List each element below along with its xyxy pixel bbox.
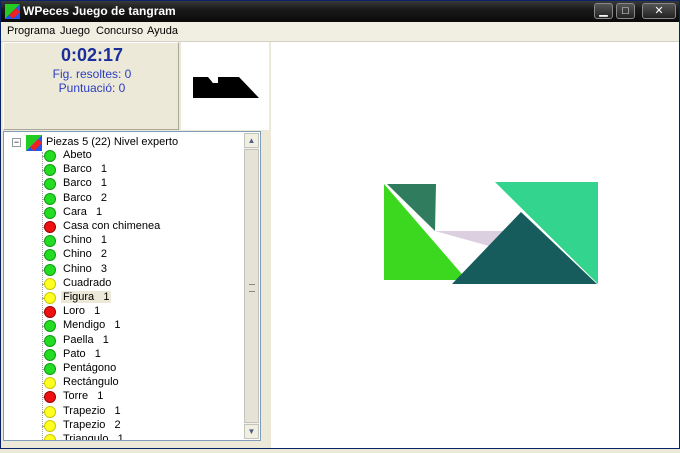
status-dot-icon: [44, 363, 56, 375]
close-icon: ✕: [654, 5, 664, 17]
collapse-icon[interactable]: −: [12, 138, 21, 147]
arrow-down-icon: ▼: [247, 427, 256, 436]
status-dot-icon: [44, 348, 56, 361]
status-dot-icon: [44, 235, 56, 248]
menu-ayuda[interactable]: Ayuda: [147, 25, 178, 37]
game-board[interactable]: [271, 42, 679, 448]
title-bar[interactable]: WPeces Juego de tangram ▁ □ ✕: [1, 1, 679, 22]
scroll-down-button[interactable]: ▼: [244, 424, 259, 439]
tree-item-label: Trapezio 1: [63, 404, 121, 417]
tree-item-label: Abeto: [63, 149, 92, 161]
status-dot-icon: [44, 263, 56, 276]
tree-item-label: Paella 1: [63, 333, 109, 346]
status-dot-icon: [44, 434, 56, 440]
scroll-thumb[interactable]: [244, 149, 259, 423]
status-dot-icon: [44, 164, 56, 177]
menu-juego[interactable]: Juego: [60, 25, 90, 37]
tree-item-label: Pato 1: [63, 347, 101, 360]
tree-item-label: Rectángulo: [63, 376, 119, 389]
status-dot-icon: [44, 306, 56, 319]
app-icon: [5, 4, 20, 19]
tree-item-label: Mendigo 1: [63, 319, 121, 332]
tree-connector: [42, 440, 48, 441]
status-dot-icon: [44, 292, 56, 304]
status-dot-icon: [44, 391, 56, 404]
menu-bar: Programa Juego Concurso Ayuda: [1, 22, 679, 42]
tree-item-label: Chino 1: [63, 234, 108, 247]
minimize-button[interactable]: ▁: [594, 3, 613, 19]
status-dot-icon: [44, 150, 56, 162]
tangram-icon: [26, 135, 42, 151]
tree-item-label: Figura 1: [61, 291, 112, 303]
tree-scrollbar[interactable]: ▲ ▼: [244, 133, 259, 439]
status-dot-icon: [44, 377, 56, 390]
figure-preview: [181, 42, 269, 130]
tree-item-label: Pentágono: [63, 362, 117, 374]
menu-programa[interactable]: Programa: [7, 25, 55, 37]
tree-item-label: Torre 1: [63, 390, 104, 403]
tree-item-label: Trapezio 2: [63, 418, 121, 431]
tree-item-label: Chino 3: [63, 262, 108, 275]
grip-icon: [249, 284, 255, 292]
tree-item-label: Barco 1: [63, 177, 108, 190]
score: Puntuació: 0: [58, 81, 126, 95]
arrow-up-icon: ▲: [247, 136, 256, 145]
figure-silhouette: [193, 77, 259, 98]
tree-item-label: Chino 2: [63, 248, 108, 261]
maximize-icon: □: [622, 5, 629, 17]
tree-item-label: Casa con chimenea: [63, 220, 161, 232]
info-panel: 0:02:17 Fig. resoltes: 0 Puntuació: 0: [3, 42, 179, 130]
menu-concurso[interactable]: Concurso: [96, 25, 143, 37]
figure-tree[interactable]: − Piezas 5 (22) Nivel experto Abeto Barco…: [3, 131, 261, 441]
close-button[interactable]: ✕: [642, 3, 676, 19]
tree-item-label: Triangulo 1: [63, 433, 124, 441]
tree-item-label: Cara 1: [63, 205, 103, 218]
status-dot-icon: [44, 277, 56, 290]
tree-item-label: Loro 1: [63, 305, 101, 318]
tree-item-label: Barco 2: [63, 191, 108, 204]
status-dot-icon: [44, 405, 56, 418]
status-dot-icon: [44, 334, 56, 347]
maximize-button[interactable]: □: [616, 3, 635, 19]
solved-count: Fig. resoltes: 0: [52, 67, 132, 81]
scroll-up-button[interactable]: ▲: [244, 133, 259, 148]
tree-item-label: Cuadrado: [63, 276, 112, 289]
status-dot-icon: [44, 192, 56, 205]
tree-item-label: Barco 1: [63, 163, 108, 176]
tangram-pieces[interactable]: [271, 42, 679, 448]
status-dot-icon: [44, 320, 56, 333]
status-dot-icon: [44, 419, 56, 432]
window-title: WPeces Juego de tangram: [23, 4, 176, 18]
app-window: WPeces Juego de tangram ▁ □ ✕ Programa J…: [0, 0, 680, 449]
status-dot-icon: [44, 206, 56, 219]
status-dot-icon: [44, 178, 56, 191]
timer: 0:02:17: [60, 45, 124, 65]
minimize-icon: ▁: [599, 5, 608, 17]
status-dot-icon: [44, 249, 56, 262]
status-dot-icon: [44, 221, 56, 233]
tree-root-label: Piezas 5 (22) Nivel experto: [46, 136, 179, 148]
